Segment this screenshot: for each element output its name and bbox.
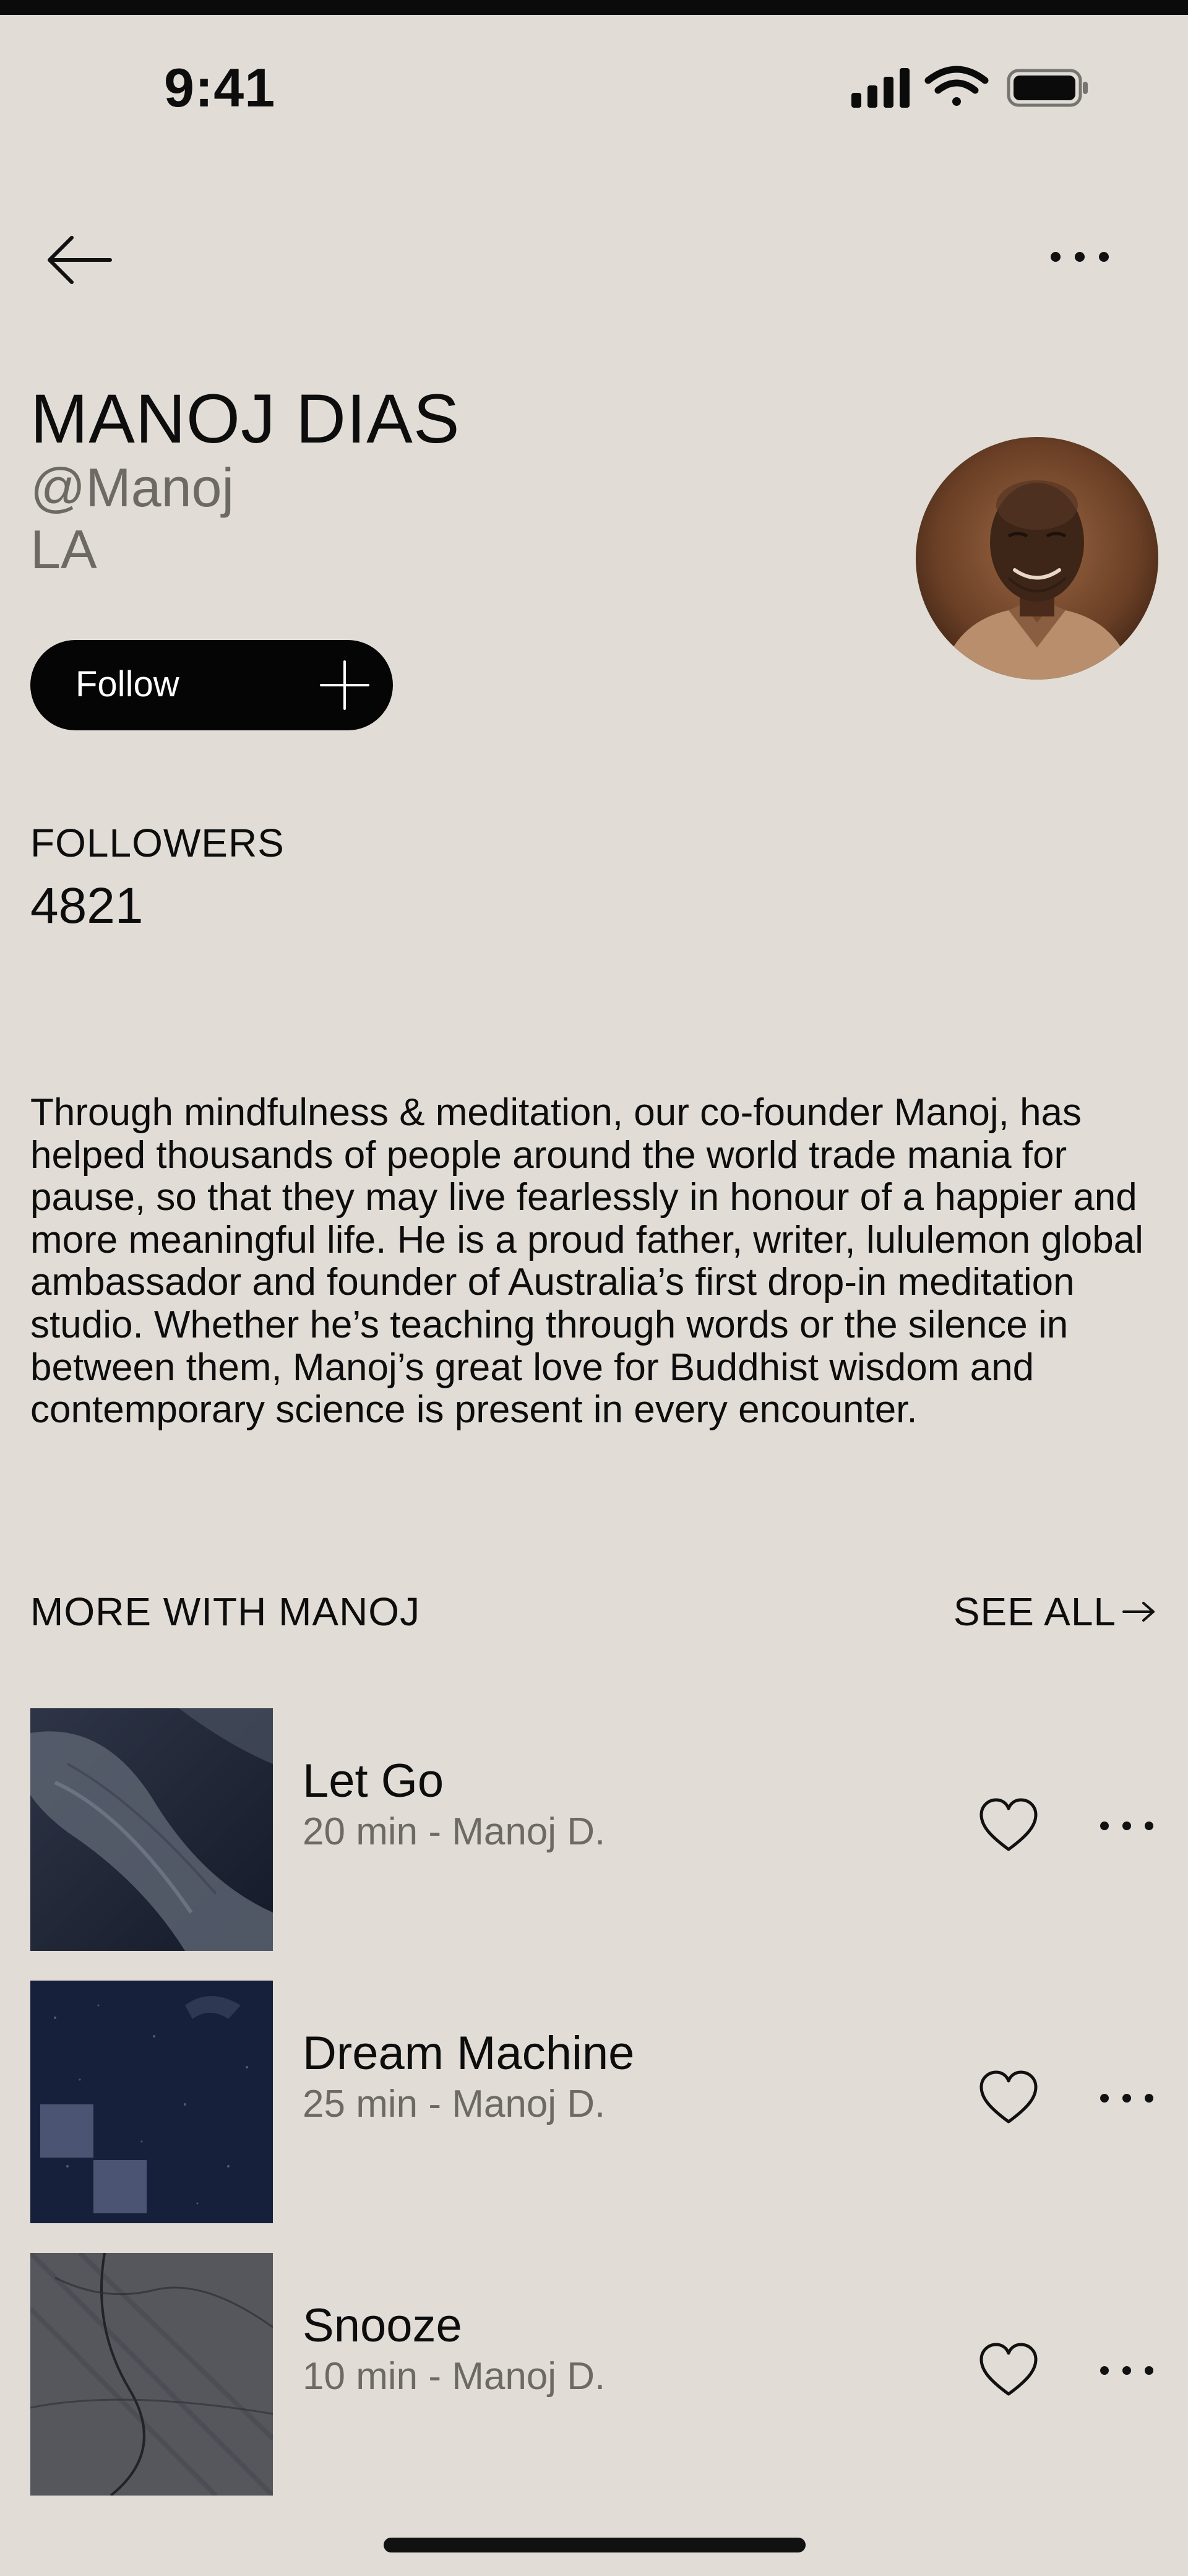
- top-edge-bar: [0, 0, 1188, 15]
- followers-count: 4821: [30, 878, 144, 934]
- home-indicator[interactable]: [384, 2538, 806, 2552]
- more-options-icon[interactable]: [1096, 1807, 1158, 1844]
- plus-icon: [320, 660, 369, 710]
- see-all-link[interactable]: SEE ALL: [953, 1588, 1156, 1635]
- status-icons: [851, 66, 1088, 108]
- see-all-label: SEE ALL: [953, 1589, 1116, 1634]
- track-item[interactable]: Let Go 20 min - Manoj D.: [30, 1708, 1169, 1951]
- track-thumbnail: [30, 1708, 273, 1951]
- followers-label: FOLLOWERS: [30, 821, 285, 865]
- profile-handle: @Manoj: [30, 457, 235, 518]
- back-arrow-icon[interactable]: [43, 229, 118, 291]
- heart-icon[interactable]: [978, 2341, 1040, 2400]
- profile-name: MANOJ DIAS: [30, 380, 460, 457]
- track-title: Let Go: [303, 1755, 444, 1807]
- track-title: Snooze: [303, 2299, 462, 2352]
- track-title: Dream Machine: [303, 2027, 635, 2080]
- status-time: 9:41: [164, 57, 276, 118]
- track-meta: 10 min - Manoj D.: [303, 2355, 606, 2398]
- battery-icon: [1007, 69, 1088, 107]
- wifi-icon: [924, 66, 989, 106]
- track-item[interactable]: Snooze 10 min - Manoj D.: [30, 2253, 1169, 2496]
- follow-button-label: Follow: [75, 664, 179, 704]
- section-title: MORE WITH MANOJ: [30, 1589, 421, 1634]
- more-options-icon[interactable]: [1096, 2080, 1158, 2117]
- track-item[interactable]: Dream Machine 25 min - Manoj D.: [30, 1981, 1169, 2223]
- avatar: [916, 437, 1158, 680]
- track-meta: 20 min - Manoj D.: [303, 1810, 606, 1853]
- heart-icon[interactable]: [978, 1796, 1040, 1856]
- arrow-right-icon: [1122, 1602, 1155, 1622]
- track-thumbnail: [30, 1981, 273, 2223]
- more-options-icon[interactable]: [1046, 235, 1114, 279]
- follow-button[interactable]: Follow: [30, 640, 393, 730]
- profile-location: LA: [30, 519, 97, 580]
- heart-icon[interactable]: [978, 2068, 1040, 2128]
- more-options-icon[interactable]: [1096, 2352, 1158, 2389]
- signal-icon: [851, 68, 910, 108]
- profile-bio: Through mindfulness & meditation, our co…: [30, 1091, 1143, 1432]
- track-thumbnail: [30, 2253, 273, 2496]
- track-meta: 25 min - Manoj D.: [303, 2083, 606, 2125]
